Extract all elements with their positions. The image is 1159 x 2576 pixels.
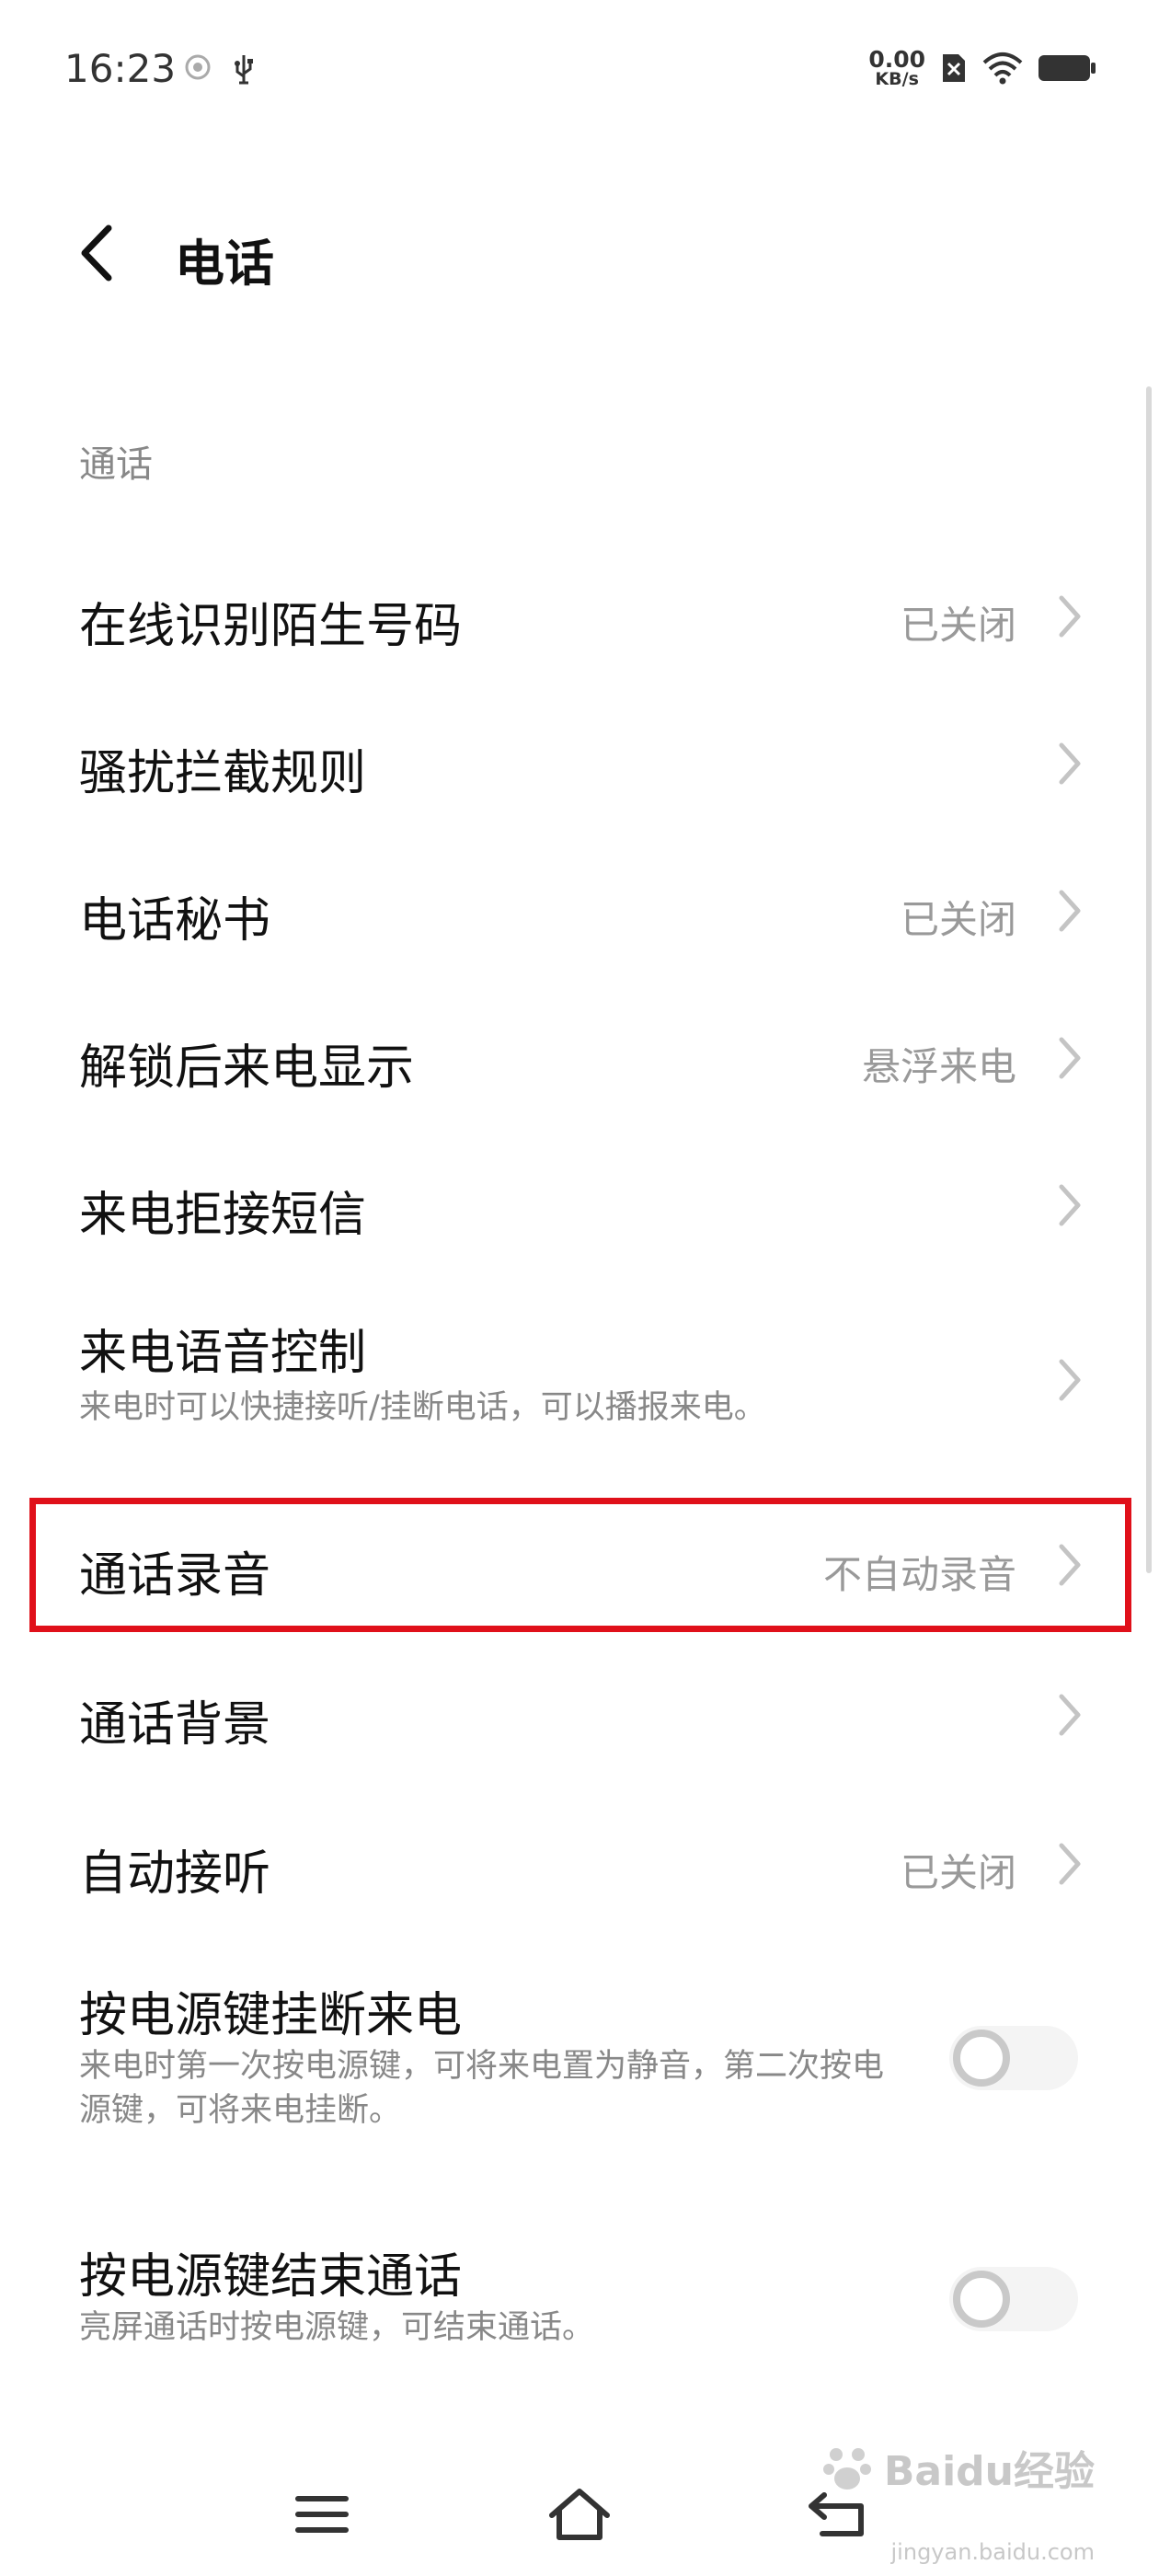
status-right: 0.00 KB/s: [868, 48, 1096, 88]
menu-icon[interactable]: [285, 2482, 359, 2547]
power-key-end-call-toggle[interactable]: [949, 2267, 1078, 2331]
settings-row-harassment-rules[interactable]: 骚扰拦截规则: [0, 690, 1159, 837]
row-value: 已关闭: [900, 603, 1016, 648]
header: 电话: [0, 184, 1159, 322]
chevron-right-icon: [1059, 595, 1081, 638]
status-bar: 16:23 0.00 KB/s: [0, 0, 1159, 138]
status-time: 16:23: [64, 46, 177, 91]
paw-logo-icon: [822, 2448, 871, 2490]
row-title: 自动接听: [79, 1846, 271, 1902]
row-subtitle: 来电时可以快捷接听/挂断电话，可以播报来电。: [79, 1389, 766, 1426]
row-title: 电话秘书: [79, 893, 271, 949]
chevron-right-icon: [1059, 742, 1081, 785]
row-value: 不自动录音: [822, 1552, 1016, 1597]
row-title: 通话录音: [79, 1548, 271, 1604]
home-icon[interactable]: [543, 2482, 616, 2547]
settings-row-auto-answer[interactable]: 自动接听 已关闭: [0, 1790, 1159, 1938]
network-speed-unit: KB/s: [875, 69, 919, 89]
row-title: 来电拒接短信: [79, 1188, 367, 1243]
wifi-icon: [982, 52, 1023, 85]
baidu-watermark: Baidu经验: [820, 2438, 1095, 2497]
chevron-right-icon: [1059, 1694, 1081, 1736]
toggle-knob: [953, 2030, 1010, 2087]
row-title: 解锁后来电显示: [79, 1041, 415, 1096]
row-title: 按电源键结束通话: [79, 2249, 463, 2305]
row-title: 骚扰拦截规则: [79, 746, 367, 801]
notification-icon: [185, 54, 211, 80]
network-speed-value: 0.00: [868, 46, 925, 73]
back-arrow-icon[interactable]: [70, 221, 125, 285]
section-label: 通话: [79, 443, 153, 486]
settings-row-power-key-hangup: 按电源键挂断来电 来电时第一次按电源键，可将来电置为静音，第二次按电源键，可将来…: [0, 1941, 1159, 2162]
chevron-right-icon: [1059, 1184, 1081, 1226]
row-title: 通话背景: [79, 1697, 271, 1753]
row-title: 按电源键挂断来电: [79, 1988, 463, 2043]
settings-row-power-key-end-call: 按电源键结束通话 亮屏通话时按电源键，可结束通话。: [0, 2208, 1159, 2392]
sim-off-icon: [943, 54, 965, 82]
chevron-right-icon: [1059, 1544, 1081, 1586]
chevron-right-icon: [1059, 890, 1081, 932]
settings-row-phone-secretary[interactable]: 电话秘书 已关闭: [0, 837, 1159, 984]
network-speed: 0.00 KB/s: [868, 48, 925, 88]
settings-row-voice-control[interactable]: 来电语音控制 来电时可以快捷接听/挂断电话，可以播报来电。: [0, 1288, 1159, 1490]
settings-row-online-identify[interactable]: 在线识别陌生号码 已关闭: [0, 543, 1159, 690]
row-value: 悬浮来电: [861, 1044, 1016, 1089]
settings-row-reject-sms[interactable]: 来电拒接短信: [0, 1132, 1159, 1279]
power-key-hangup-toggle[interactable]: [949, 2026, 1078, 2090]
watermark-url: jingyan.baidu.com: [890, 2539, 1095, 2565]
usb-icon: [235, 55, 253, 85]
scrollbar[interactable]: [1146, 386, 1152, 1573]
toggle-knob: [953, 2271, 1010, 2328]
battery-icon: [1039, 55, 1096, 81]
row-title: 来电语音控制: [79, 1326, 367, 1381]
settings-row-unlock-call-display[interactable]: 解锁后来电显示 悬浮来电: [0, 984, 1159, 1132]
row-subtitle: 来电时第一次按电源键，可将来电置为静音，第二次按电源键，可将来电挂断。: [79, 2048, 885, 2129]
chevron-right-icon: [1059, 1359, 1081, 1401]
chevron-right-icon: [1059, 1843, 1081, 1885]
chevron-right-icon: [1059, 1037, 1081, 1079]
page-title: 电话: [175, 235, 274, 293]
watermark-text: Baidu经验: [883, 2448, 1095, 2495]
settings-row-call-background[interactable]: 通话背景: [0, 1643, 1159, 1790]
row-title: 在线识别陌生号码: [79, 599, 463, 654]
row-value: 已关闭: [900, 1850, 1016, 1895]
settings-row-call-recording[interactable]: 通话录音 不自动录音: [0, 1498, 1159, 1632]
row-value: 已关闭: [900, 897, 1016, 942]
row-subtitle: 亮屏通话时按电源键，可结束通话。: [79, 2309, 595, 2346]
